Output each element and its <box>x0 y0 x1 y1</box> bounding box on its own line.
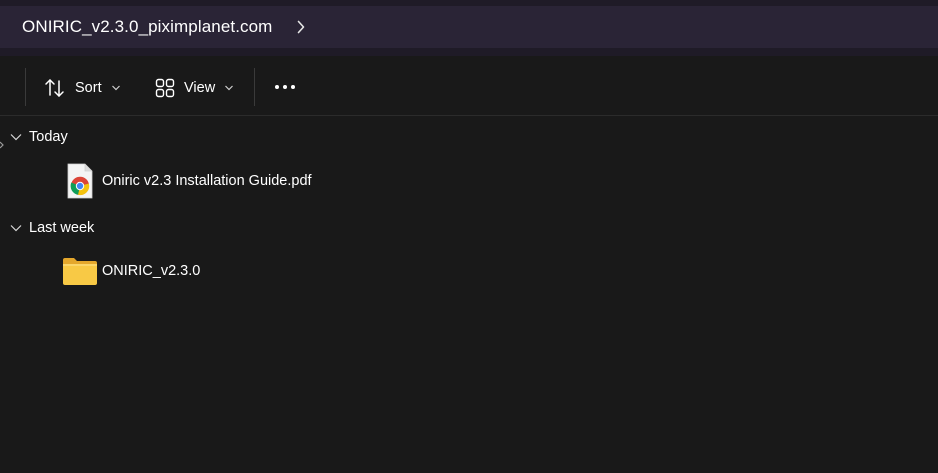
sort-arrows-icon <box>44 78 66 98</box>
view-grid-icon <box>155 78 175 98</box>
toolbar-divider <box>254 68 255 106</box>
file-item[interactable]: Oniric v2.3 Installation Guide.pdf <box>60 161 312 201</box>
command-bar: Sort View <box>0 57 938 149</box>
chevron-right-icon[interactable] <box>294 20 308 34</box>
breadcrumb[interactable]: ONIRIC_v2.3.0_piximplanet.com <box>0 6 938 48</box>
view-button[interactable]: View <box>155 71 234 105</box>
group-header-today[interactable]: Today <box>8 126 68 148</box>
more-options-icon[interactable] <box>268 77 302 97</box>
chevron-down-icon <box>111 85 121 91</box>
breadcrumb-current-folder[interactable]: ONIRIC_v2.3.0_piximplanet.com <box>22 17 272 37</box>
chevron-down-icon <box>8 129 24 145</box>
folder-item[interactable]: ONIRIC_v2.3.0 <box>60 251 200 291</box>
chevron-down-icon <box>8 220 24 236</box>
view-button-label: View <box>184 80 216 96</box>
group-label: Last week <box>29 220 95 236</box>
chevron-down-icon <box>224 85 234 91</box>
toolbar-overflow-edge-icon <box>0 137 6 151</box>
toolbar-divider <box>25 68 26 106</box>
group-header-last-week[interactable]: Last week <box>8 217 94 239</box>
folder-icon <box>60 251 100 291</box>
group-label: Today <box>29 129 68 145</box>
address-bar-region: ONIRIC_v2.3.0_piximplanet.com <box>0 0 938 56</box>
folder-name: ONIRIC_v2.3.0 <box>102 263 201 279</box>
sort-button-label: Sort <box>75 80 102 96</box>
file-name: Oniric v2.3 Installation Guide.pdf <box>102 173 312 189</box>
chrome-pdf-file-icon <box>60 161 100 201</box>
sort-button[interactable]: Sort <box>44 71 121 105</box>
